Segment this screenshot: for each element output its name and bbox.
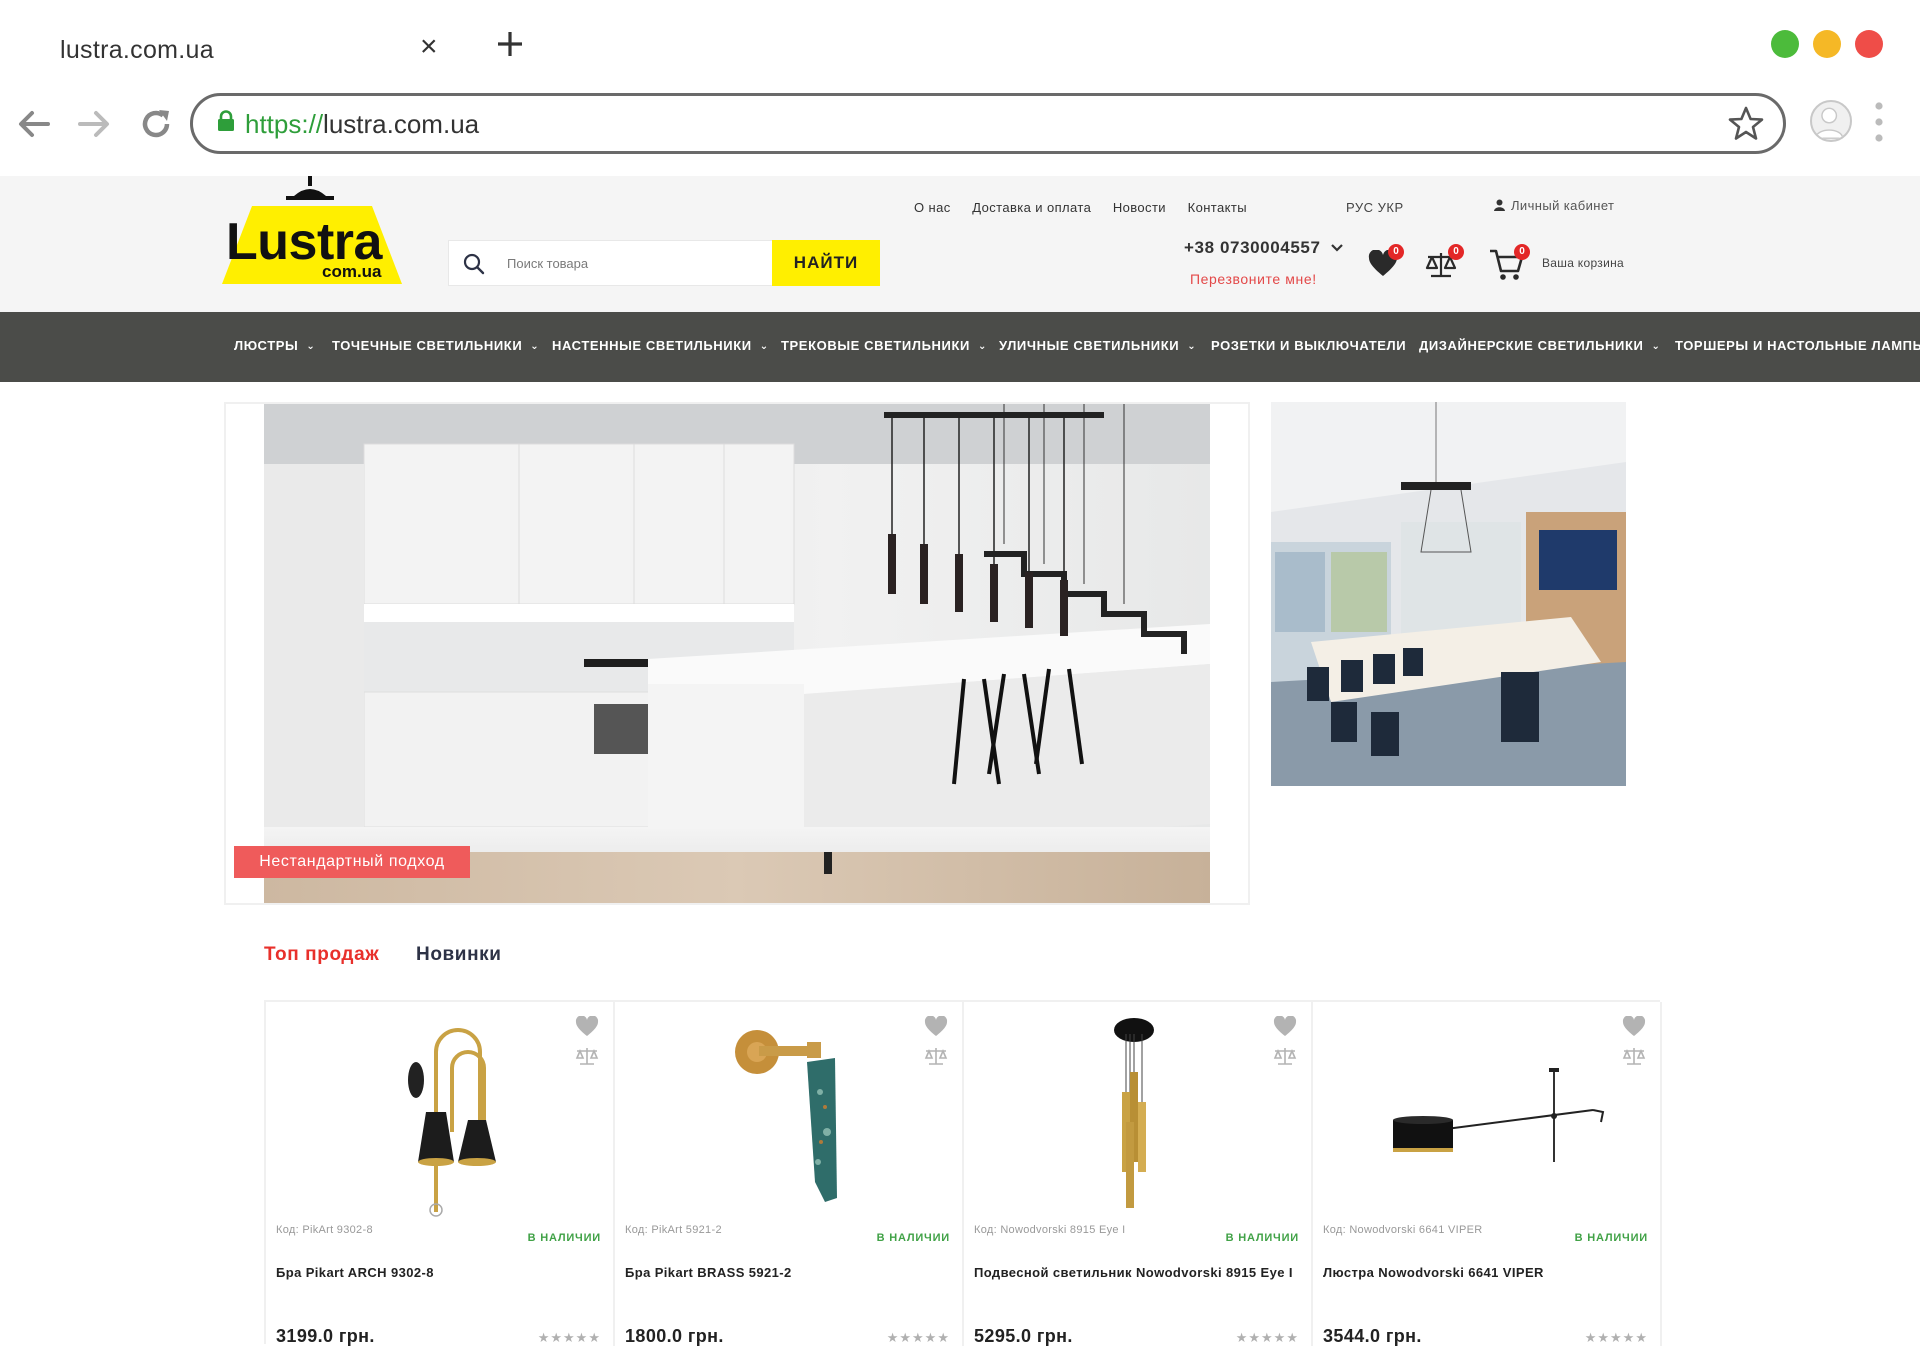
chevron-down-icon: ⌄ (1651, 341, 1661, 352)
chevron-down-icon: ⌄ (759, 341, 769, 352)
tab-top-sales[interactable]: Топ продаж (264, 944, 379, 966)
site-header: Lustra com.ua О нас Доставка и оплата Но… (0, 176, 1920, 312)
logo-domain: com.ua (322, 262, 382, 281)
product-card[interactable]: Код: PikArt 9302-8 В НАЛИЧИИ Бра Pikart … (266, 1002, 615, 1346)
stock-status: В НАЛИЧИИ (1225, 1232, 1299, 1244)
callback-link[interactable]: Перезвоните мне! (1190, 271, 1317, 287)
scales-icon[interactable] (924, 1046, 948, 1066)
user-icon (1494, 199, 1505, 211)
product-image (735, 1030, 837, 1202)
language-switcher[interactable]: РУС УКР (1346, 200, 1404, 215)
compare-count-badge: 0 (1448, 244, 1464, 260)
nav-item-designer-lights[interactable]: ДИЗАЙНЕРСКИЕ СВЕТИЛЬНИКИ ⌄ (1419, 338, 1660, 353)
category-nav: ЛЮСТРЫ ⌄ ТОЧЕЧНЫЕ СВЕТИЛЬНИКИ ⌄ НАСТЕННЫЕ … (0, 312, 1920, 382)
new-tab-icon[interactable] (494, 28, 526, 60)
search-button[interactable]: НАЙТИ (772, 240, 880, 286)
meeting-room-image (1271, 402, 1626, 786)
chevron-down-icon: ⌄ (1187, 341, 1197, 352)
stock-status: В НАЛИЧИИ (876, 1232, 950, 1244)
phone-text: +38 0730004557 (1184, 238, 1321, 257)
search-input[interactable] (507, 241, 807, 285)
product-card[interactable]: Код: Nowodvorski 6641 VIPER В НАЛИЧИИ Лю… (1313, 1002, 1662, 1346)
product-image (1114, 1018, 1154, 1208)
browser-chrome: lustra.com.ua × https://lustra.com.ua (0, 0, 1920, 176)
account-link[interactable]: Личный кабинет (1494, 198, 1614, 213)
link-about[interactable]: О нас (914, 200, 951, 215)
product-card[interactable]: Код: PikArt 5921-2 В НАЛИЧИИ Бра Pikart … (615, 1002, 964, 1346)
chevron-down-icon: ⌄ (530, 341, 540, 352)
nav-item-track-lights[interactable]: ТРЕКОВЫЕ СВЕТИЛЬНИКИ ⌄ (781, 338, 987, 353)
reload-icon[interactable] (136, 104, 176, 144)
nav-item-floor-table-lamps[interactable]: ТОРШЕРЫ И НАСТОЛЬНЫЕ ЛАМПЫ (1675, 338, 1920, 353)
address-bar[interactable]: https://lustra.com.ua (190, 93, 1786, 154)
nav-item-spotlights[interactable]: ТОЧЕЧНЫЕ СВЕТИЛЬНИКИ ⌄ (332, 338, 539, 353)
product-code: Код: PikArt 5921-2 (625, 1224, 722, 1236)
scales-icon[interactable] (575, 1046, 599, 1066)
window-close-dot[interactable] (1855, 30, 1883, 58)
link-delivery[interactable]: Доставка и оплата (972, 200, 1091, 215)
tab-new[interactable]: Новинки (416, 944, 502, 966)
url-text[interactable]: https://lustra.com.ua (245, 109, 479, 140)
cart-label[interactable]: Ваша корзина (1542, 256, 1624, 270)
top-links: О нас Доставка и оплата Новости Контакты (914, 200, 1265, 215)
nav-item-sockets-switches[interactable]: РОЗЕТКИ И ВЫКЛЮЧАТЕЛИ (1211, 338, 1406, 353)
cart-count-badge: 0 (1514, 244, 1530, 260)
site-logo[interactable]: Lustra com.ua (222, 176, 402, 286)
chevron-down-icon: ⌄ (977, 341, 987, 352)
product-code: Код: PikArt 9302-8 (276, 1224, 373, 1236)
stock-status: В НАЛИЧИИ (1574, 1232, 1648, 1244)
bookmark-star-icon[interactable] (1727, 105, 1765, 143)
product-code: Код: Nowodvorski 6641 VIPER (1323, 1224, 1483, 1236)
user-silhouette-icon (1814, 107, 1844, 139)
wishlist-count-badge: 0 (1388, 244, 1404, 260)
heart-icon[interactable] (924, 1016, 948, 1038)
browser-tab[interactable]: lustra.com.ua × (0, 18, 480, 78)
product-card[interactable]: Код: Nowodvorski 8915 Eye I В НАЛИЧИИ По… (964, 1002, 1313, 1346)
product-grid: Код: PikArt 9302-8 В НАЛИЧИИ Бра Pikart … (264, 1000, 1662, 1346)
kitchen-interior-image (264, 404, 1210, 903)
wishlist-button[interactable]: 0 (1364, 244, 1404, 284)
side-banner[interactable] (1271, 402, 1626, 786)
account-label: Личный кабинет (1511, 198, 1615, 213)
back-arrow-icon[interactable] (14, 104, 54, 144)
link-news[interactable]: Новости (1113, 200, 1166, 215)
banner-tag[interactable]: Нестандартный подход (234, 846, 470, 878)
forward-arrow-icon[interactable] (74, 104, 114, 144)
compare-button[interactable]: 0 (1420, 244, 1464, 284)
scales-icon[interactable] (1622, 1046, 1646, 1066)
lock-icon (218, 110, 234, 131)
nav-item-outdoor-lights[interactable]: УЛИЧНЫЕ СВЕТИЛЬНИКИ ⌄ (999, 338, 1196, 353)
stock-status: В НАЛИЧИИ (527, 1232, 601, 1244)
cart-button[interactable]: 0 (1488, 244, 1530, 284)
product-code: Код: Nowodvorski 8915 Eye I (974, 1224, 1126, 1236)
main-banner[interactable]: Нестандартный подход (224, 402, 1250, 905)
search-icon (463, 253, 485, 275)
window-minimize-dot[interactable] (1813, 30, 1841, 58)
product-name[interactable]: Бра Pikart BRASS 5921-2 (625, 1264, 945, 1282)
browser-menu-icon[interactable] (1874, 100, 1884, 144)
phone-number[interactable]: +38 0730004557 (1184, 238, 1344, 258)
link-contacts[interactable]: Контакты (1188, 200, 1247, 215)
scales-icon[interactable] (1273, 1046, 1297, 1066)
profile-avatar[interactable] (1810, 100, 1852, 142)
product-name[interactable]: Люстра Nowodvorski 6641 VIPER (1323, 1264, 1643, 1282)
close-tab-icon[interactable]: × (420, 32, 438, 62)
chevron-down-icon (1331, 244, 1343, 252)
product-name[interactable]: Бра Pikart ARCH 9302-8 (276, 1264, 596, 1282)
product-image (1393, 1068, 1605, 1162)
product-name[interactable]: Подвесной светильник Nowodvorski 8915 Ey… (974, 1264, 1294, 1282)
nav-item-chandeliers[interactable]: ЛЮСТРЫ ⌄ (234, 338, 315, 353)
chevron-down-icon: ⌄ (306, 341, 316, 352)
product-image (408, 1028, 496, 1217)
nav-item-wall-lights[interactable]: НАСТЕННЫЕ СВЕТИЛЬНИКИ ⌄ (552, 338, 769, 353)
heart-icon[interactable] (1622, 1016, 1646, 1038)
heart-icon[interactable] (1273, 1016, 1297, 1038)
tab-title: lustra.com.ua (60, 36, 214, 64)
window-maximize-dot[interactable] (1771, 30, 1799, 58)
heart-icon[interactable] (575, 1016, 599, 1038)
